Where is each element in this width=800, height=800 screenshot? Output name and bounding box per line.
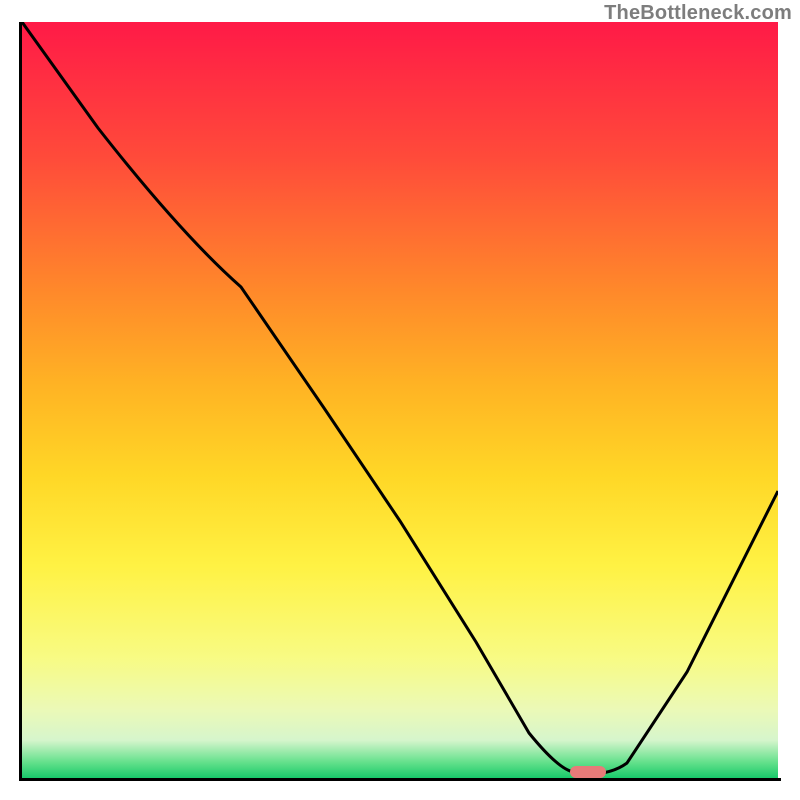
axis-y bbox=[19, 22, 22, 781]
plot-area bbox=[22, 22, 778, 778]
optimum-marker bbox=[570, 766, 606, 778]
curve-layer bbox=[22, 22, 778, 778]
bottleneck-chart: TheBottleneck.com bbox=[0, 0, 800, 800]
bottleneck-curve-path bbox=[22, 22, 778, 774]
axis-x bbox=[19, 778, 781, 781]
